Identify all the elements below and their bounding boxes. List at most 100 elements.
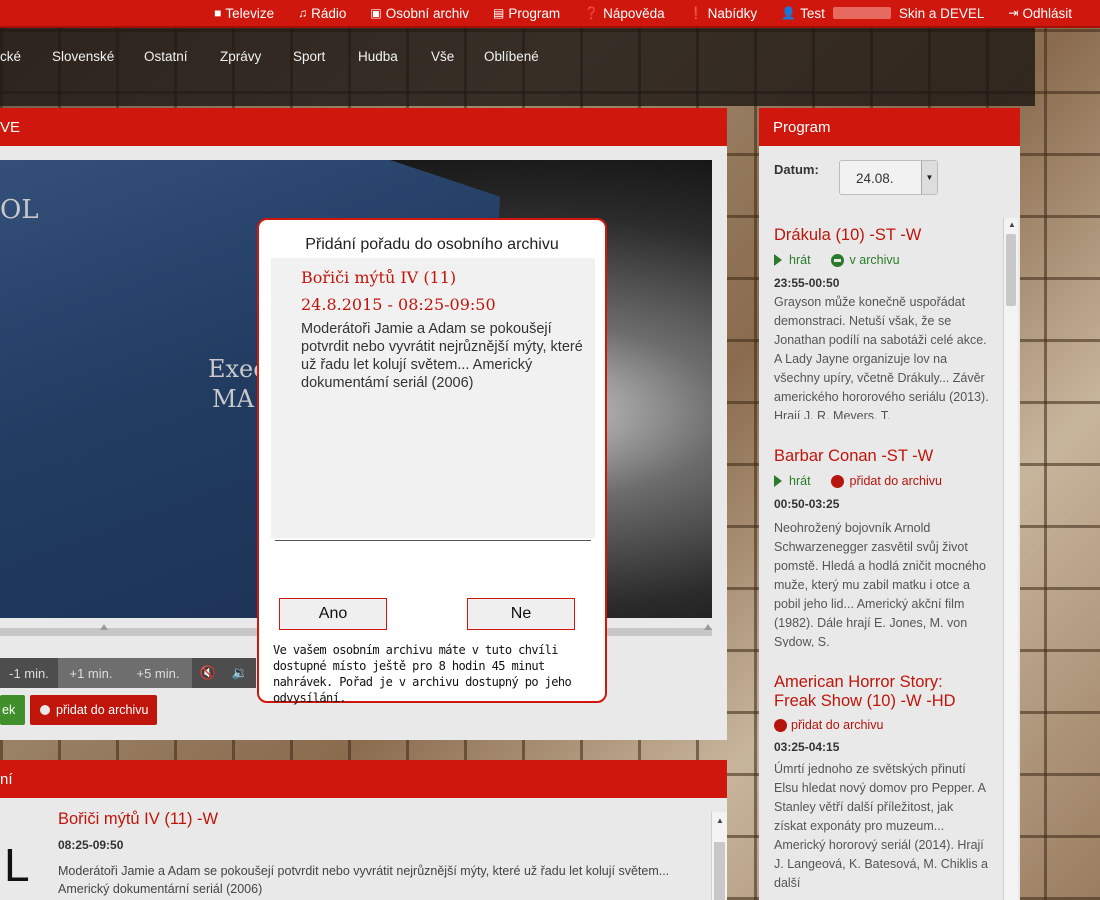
nav-label: Televize [225,5,275,21]
date-value: 24.08. [856,171,894,186]
dialog-show-description: Moderátoři Jamie a Adam se pokoušejí pot… [301,321,583,391]
volume-icon[interactable]: 🔉 [224,658,256,688]
show-info-header: ní [0,760,727,798]
question-circle-icon: ❓ [584,6,600,20]
add-to-archive-link[interactable]: přidat do archivu [791,718,883,732]
add-to-archive-button[interactable]: přidat do archivu [30,695,157,725]
dialog-show-datetime: 24.8.2015 - 08:25-09:50 [301,295,496,314]
show-description: Moderátoři Jamie a Adam se pokoušejí pot… [58,864,670,896]
dialog-title: Přidání pořadu do osobního archivu [305,236,559,253]
mute-icon[interactable]: 🔇 [192,658,224,688]
scroll-up-icon[interactable]: ▲ [716,816,724,825]
dialog-archive-note: Ve vašem osobním archivu máte v tuto chv… [273,643,572,705]
in-archive-icon [830,253,844,267]
chevron-down-icon[interactable]: ▼ [921,161,937,194]
add-to-archive-dialog: Přidání pořadu do osobního archivu Bořič… [257,218,607,705]
show-time: 08:25-09:50 [58,838,124,852]
category-tab[interactable]: Ostatní [144,49,188,64]
program-item-time: 23:55-00:50 [774,276,840,290]
category-tab[interactable]: Vše [431,49,454,64]
program-item-title[interactable]: American Horror Story: [774,673,943,692]
program-item-title[interactable]: Freak Show (10) -W -HD [774,692,956,711]
channel-logo: L [4,839,30,891]
category-tab[interactable]: Sport [293,49,325,64]
nav-label: Test [800,5,825,21]
show-info-scrollbar[interactable]: ▲ [711,812,727,900]
play-icon[interactable] [774,254,782,266]
user-icon: 👤 [781,6,797,20]
category-tab[interactable]: cké [0,49,21,64]
category-bar: cké Slovenské Ostatní Zprávy Sport Hudba… [0,28,1035,106]
scrollbar-thumb[interactable] [714,842,725,900]
nav-odhlasit[interactable]: ⇥ Odhlásit [1008,6,1072,21]
forward-5-min-button[interactable]: +5 min. [124,658,192,688]
nav-osobni-archiv[interactable]: ▣ Osobní archiv [370,6,469,21]
nav-user-suffix: Skin a DEVEL [898,5,985,21]
program-item-title[interactable]: Barbar Conan -ST -W [774,447,933,466]
play-icon[interactable] [774,475,782,487]
green-action-label: ek [2,703,16,717]
list-icon: ▤ [493,6,505,20]
dialog-divider [275,540,591,541]
program-scrollbar[interactable]: ▲ [1003,218,1018,900]
record-dot-icon[interactable] [830,474,844,488]
top-navigation-bar: ■ Televize ♫ Rádio ▣ Osobní archiv ▤ Pro… [0,0,1100,28]
nav-televize[interactable]: ■ Televize [214,6,274,21]
date-label: Datum: [774,162,819,177]
dialog-show-name: Bořiči mýtů IV (11) [301,268,457,287]
video-overlay-text: MA [212,385,254,413]
nav-nabidky[interactable]: ❗ Nabídky [689,6,757,21]
play-link[interactable]: hrát [789,253,811,267]
program-item-actions: hrát přidat do archivu [774,474,942,488]
scroll-up-icon[interactable]: ▲ [1008,220,1016,229]
program-item-time: 00:50-03:25 [774,497,840,511]
player-panel-header: VE [0,108,727,146]
scrollbar-thumb[interactable] [1006,234,1016,306]
no-button[interactable]: Ne [467,598,575,630]
dialog-show-details: Bořiči mýtů IV (11) 24.8.2015 - 08:25-09… [271,258,595,538]
play-link[interactable]: hrát [789,474,811,488]
category-tab[interactable]: Zprávy [220,49,261,64]
program-item-time: 03:25-04:15 [774,740,840,754]
player-panel-title: VE [0,118,21,136]
nav-program[interactable]: ▤ Program [493,6,560,21]
date-select[interactable]: 24.08. ▼ [839,160,938,195]
player-actions: ek přidat do archivu [0,695,157,725]
nav-napoveda[interactable]: ❓ Nápověda [584,6,665,21]
yes-button[interactable]: Ano [279,598,387,630]
program-panel-title: Program [773,118,831,136]
record-dot-icon[interactable] [774,718,787,732]
nav-user[interactable]: 👤 Test Skin a DEVEL [781,6,984,21]
nav-label: Nabídky [707,5,758,21]
rewind-1-min-button[interactable]: -1 min. [0,658,58,688]
seek-end-marker [704,624,712,630]
program-item-actions: hrát v archivu [774,253,900,267]
category-tab[interactable]: Oblíbené [484,49,539,64]
video-camera-icon: ■ [214,6,222,20]
record-dot-icon [40,705,50,715]
forward-1-min-button[interactable]: +1 min. [58,658,124,688]
redacted-username [832,7,891,19]
green-action-button[interactable]: ek [0,695,25,725]
add-to-archive-link[interactable]: přidat do archivu [850,474,942,488]
program-item-title[interactable]: Drákula (10) -ST -W [774,226,921,245]
nav-radio[interactable]: ♫ Rádio [298,6,346,21]
video-overlay-text: OL [0,195,39,225]
logout-icon: ⇥ [1008,6,1019,20]
exclamation-circle-icon: ❗ [688,6,704,20]
program-item-desc: Úmrtí jednoho ze světských přinutí Elsu … [774,762,988,890]
program-item-actions: přidat do archivu [774,718,883,732]
category-tab[interactable]: Hudba [358,49,398,64]
show-info-title: ní [0,770,13,788]
music-note-icon: ♫ [298,6,308,20]
seek-handle[interactable] [100,624,108,630]
archive-status: v archivu [849,253,900,267]
program-item-desc: Grayson může konečně uspořádat demonstra… [774,295,989,419]
archive-box-icon: ▣ [370,6,382,20]
nav-label: Osobní archiv [385,5,470,21]
add-to-archive-label: přidat do archivu [56,703,149,717]
show-title[interactable]: Bořiči mýtů IV (11) -W [58,810,218,829]
category-tab[interactable]: Slovenské [52,49,114,64]
nav-label: Rádio [311,5,347,21]
program-item-desc: Neohrožený bojovník Arnold Schwarzenegge… [774,521,986,647]
